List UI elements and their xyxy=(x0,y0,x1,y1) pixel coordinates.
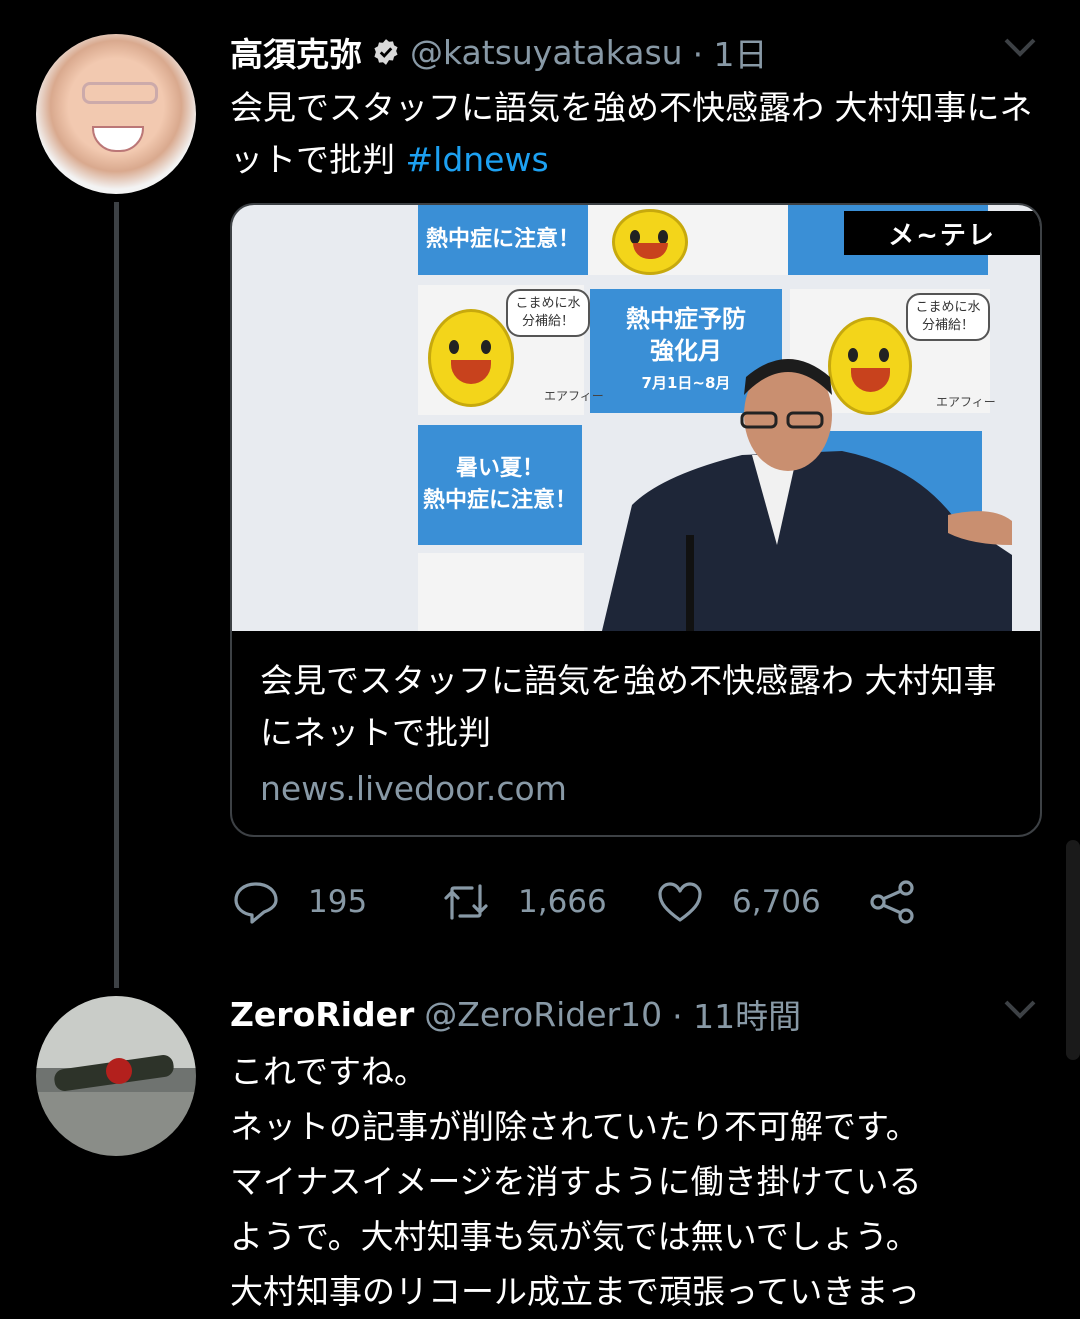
poster-white-bottom xyxy=(418,553,584,631)
poster-center-line1: 熱中症予防 xyxy=(626,305,746,333)
thread-connector xyxy=(114,202,119,988)
tweet-text: 会見でスタッフに語気を強め不快感露わ 大村知事にネットで批判 xyxy=(230,88,1033,179)
mascot-figure xyxy=(428,309,514,407)
smile-shape xyxy=(92,126,144,152)
glasses-shape xyxy=(82,82,158,104)
poster-bottom-line1: 暑い夏！ xyxy=(455,456,544,481)
tweet-line: これですね。 xyxy=(230,1052,428,1091)
poster-bottom-line2: 熱中症に注意！ xyxy=(422,488,577,513)
like-count: 6,706 xyxy=(732,884,821,920)
tweet-line: 大村知事のリコール成立まで頑張っていきまっ xyxy=(230,1272,921,1311)
reply-count: 195 xyxy=(308,884,368,920)
roundel-shape xyxy=(106,1058,132,1084)
retweet-icon xyxy=(444,884,488,920)
retweet-count: 1,666 xyxy=(518,884,607,920)
tweet-body: 会見でスタッフに語気を強め不快感露わ 大村知事にネットで批判 #ldnews xyxy=(230,82,1050,186)
speech-bubble: こまめに水分補給！ xyxy=(906,293,990,341)
avatar-zerorider[interactable] xyxy=(36,996,196,1156)
reply-icon xyxy=(234,882,278,924)
share-icon xyxy=(870,880,914,924)
like-button[interactable]: 6,706 xyxy=(656,878,821,926)
tweet-line: マイナスイメージを消すように働き掛けている xyxy=(230,1162,922,1201)
poster-top-left: 熱中症に注意！ xyxy=(418,205,588,275)
tweet-body: これですね。 ネットの記事が削除されていたり不可解です。 マイナスイメージを消す… xyxy=(230,1044,1050,1319)
retweet-button[interactable]: 1,666 xyxy=(442,878,607,926)
mascot-figure xyxy=(612,209,688,275)
card-domain: news.livedoor.com xyxy=(260,769,567,808)
verified-badge-icon xyxy=(374,39,398,65)
tweet-header: ZeroRider @ZeroRider10 · 11時間 xyxy=(230,986,801,1042)
tweet-timestamp[interactable]: · 11時間 xyxy=(672,990,801,1038)
broadcaster-logo: メ~テレ xyxy=(844,211,1040,255)
speech-bubble: こまめに水分補給！ xyxy=(506,289,590,337)
card-thumbnail: 熱中症に注意！ 熱中症予防 強化月 7月1日~8月 暑い夏！ 熱中症に注意！ こ… xyxy=(232,205,1040,631)
user-handle[interactable]: @ZeroRider10 xyxy=(424,995,662,1034)
reply-button[interactable]: 195 xyxy=(232,878,367,926)
hashtag-link[interactable]: #ldnews xyxy=(406,140,549,179)
scrollbar[interactable] xyxy=(1066,840,1080,1060)
tweet-header: 高須克弥 @katsuyatakasu · 1日 xyxy=(230,24,768,80)
tweet-timestamp[interactable]: · 1日 xyxy=(693,28,768,76)
user-handle[interactable]: @katsuyatakasu xyxy=(410,33,683,72)
chevron-down-icon[interactable] xyxy=(1000,34,1040,60)
tweet-line: ネットの記事が削除されていたり不可解です。 xyxy=(230,1107,919,1146)
poster-bottom-left: 暑い夏！ 熱中症に注意！ xyxy=(418,425,582,545)
speaker-figure xyxy=(602,359,1012,631)
link-preview-card[interactable]: 熱中症に注意！ 熱中症予防 強化月 7月1日~8月 暑い夏！ 熱中症に注意！ こ… xyxy=(230,203,1042,837)
share-button[interactable] xyxy=(868,878,916,926)
tweet-line: ようで。大村知事も気が気では無いでしょう。 xyxy=(230,1217,919,1256)
heart-icon xyxy=(658,882,702,922)
display-name[interactable]: ZeroRider xyxy=(230,995,414,1034)
card-title: 会見でスタッフに語気を強め不快感露わ 大村知事にネットで批判 xyxy=(260,661,997,752)
avatar-katsuyatakasu[interactable] xyxy=(36,34,196,194)
display-name[interactable]: 高須克弥 xyxy=(230,28,362,76)
chevron-down-icon[interactable] xyxy=(1000,996,1040,1022)
